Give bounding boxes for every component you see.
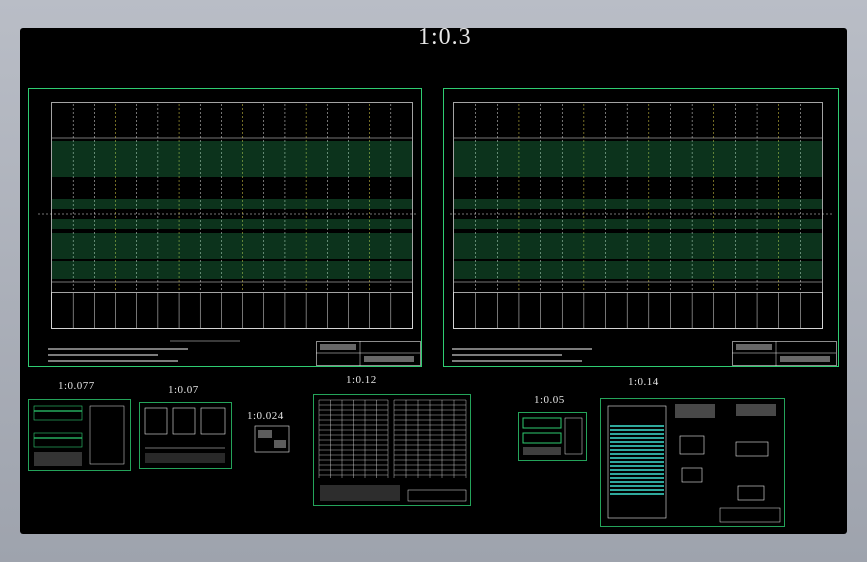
drawing-artwork (28, 88, 839, 527)
left-title-block (316, 341, 421, 366)
left-notes (48, 340, 240, 362)
right-main-sheet[interactable] (443, 88, 839, 367)
right-notes (452, 348, 592, 362)
drawing-canvas[interactable]: 1:0.3 1:0.077 1:0.07 1:0.024 1:0.12 1:0.… (20, 24, 847, 534)
detail-a-sheet[interactable] (28, 399, 131, 471)
left-main-sheet[interactable] (28, 88, 422, 367)
detail-e-sheet[interactable] (600, 398, 785, 527)
detail-c-sheet[interactable] (254, 425, 290, 453)
detail-b-sheet[interactable] (139, 402, 232, 469)
detail-d-sheet[interactable] (518, 412, 587, 461)
table-sheet[interactable] (313, 394, 471, 506)
right-title-block (732, 341, 837, 366)
